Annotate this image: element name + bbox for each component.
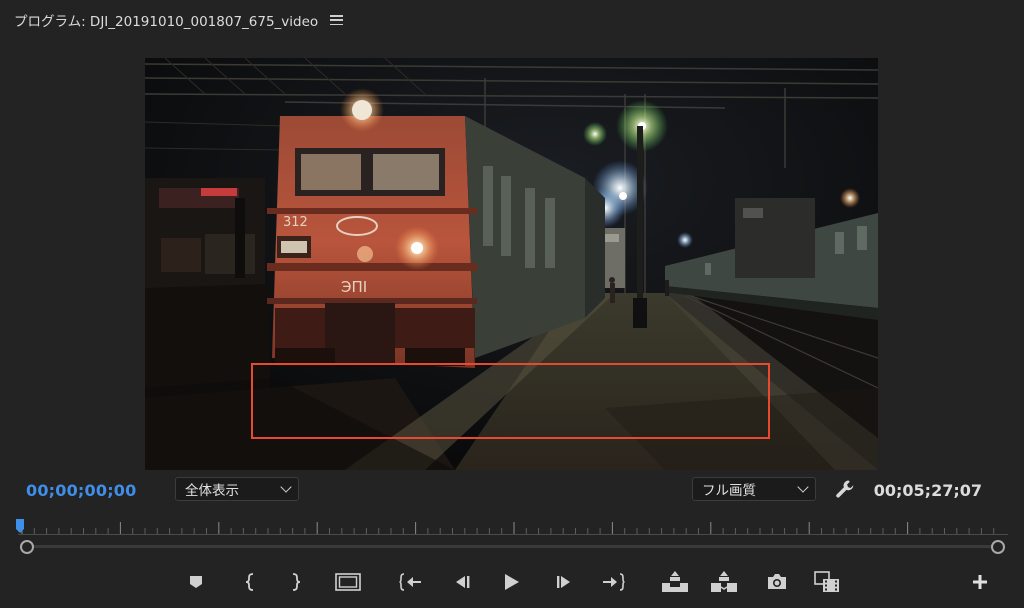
mark-out-button[interactable] (283, 570, 309, 594)
chevron-down-icon (280, 481, 292, 493)
go-to-out-button[interactable] (600, 570, 626, 594)
add-marker-button[interactable] (183, 570, 209, 594)
playback-resolution-select[interactable]: フル画質 (692, 477, 816, 501)
step-back-button[interactable] (449, 570, 475, 594)
extract-button[interactable] (711, 570, 737, 594)
step-forward-icon (554, 574, 574, 590)
safe-margins-button[interactable] (335, 570, 361, 594)
go-to-in-icon (399, 573, 423, 591)
panel-header: プログラム: DJI_20191010_001807_675_video (14, 9, 344, 31)
playback-resolution-value: フル画質 (702, 483, 756, 499)
current-timecode[interactable]: 00;00;00;00 (26, 481, 136, 500)
go-to-in-button[interactable] (398, 570, 424, 594)
mark-in-button[interactable] (237, 570, 263, 594)
hamburger-icon[interactable] (330, 15, 344, 25)
camera-icon (766, 573, 788, 591)
zoom-scrollbar-right-handle[interactable] (991, 540, 1005, 554)
play-icon (501, 573, 521, 591)
step-back-icon (452, 574, 472, 590)
program-monitor-panel: プログラム: DJI_20191010_001807_675_video 312… (0, 0, 1024, 608)
play-button[interactable] (498, 570, 524, 594)
wrench-icon[interactable] (834, 478, 856, 500)
zoom-scrollbar[interactable] (30, 545, 994, 548)
playhead[interactable] (16, 518, 24, 533)
duration-timecode: 00;05;27;07 (873, 481, 982, 500)
go-to-out-icon (601, 573, 625, 591)
safe-margins-icon (335, 573, 361, 591)
compare-view-icon (814, 571, 840, 593)
marker-icon (189, 575, 203, 589)
button-editor-button[interactable] (967, 570, 993, 594)
extract-icon (710, 571, 738, 593)
video-frame[interactable]: 312 ЭПІ (145, 58, 878, 470)
comparison-view-button[interactable] (814, 570, 840, 594)
mark-out-icon (290, 573, 302, 591)
video-frame-image: 312 ЭПІ (145, 58, 878, 470)
mark-in-icon (244, 573, 256, 591)
lift-button[interactable] (662, 570, 688, 594)
locomotive-label: ЭПІ (341, 278, 367, 296)
zoom-level-select[interactable]: 全体表示 (175, 477, 299, 501)
panel-title[interactable]: プログラム: DJI_20191010_001807_675_video (14, 10, 318, 30)
plus-icon (972, 574, 988, 590)
export-frame-button[interactable] (764, 570, 790, 594)
zoom-scrollbar-left-handle[interactable] (20, 540, 34, 554)
locomotive-number: 312 (283, 215, 308, 230)
chevron-down-icon (797, 481, 809, 493)
step-forward-button[interactable] (551, 570, 577, 594)
time-ruler[interactable] (18, 518, 1008, 540)
lift-icon (661, 571, 689, 593)
zoom-level-value: 全体表示 (185, 483, 239, 499)
